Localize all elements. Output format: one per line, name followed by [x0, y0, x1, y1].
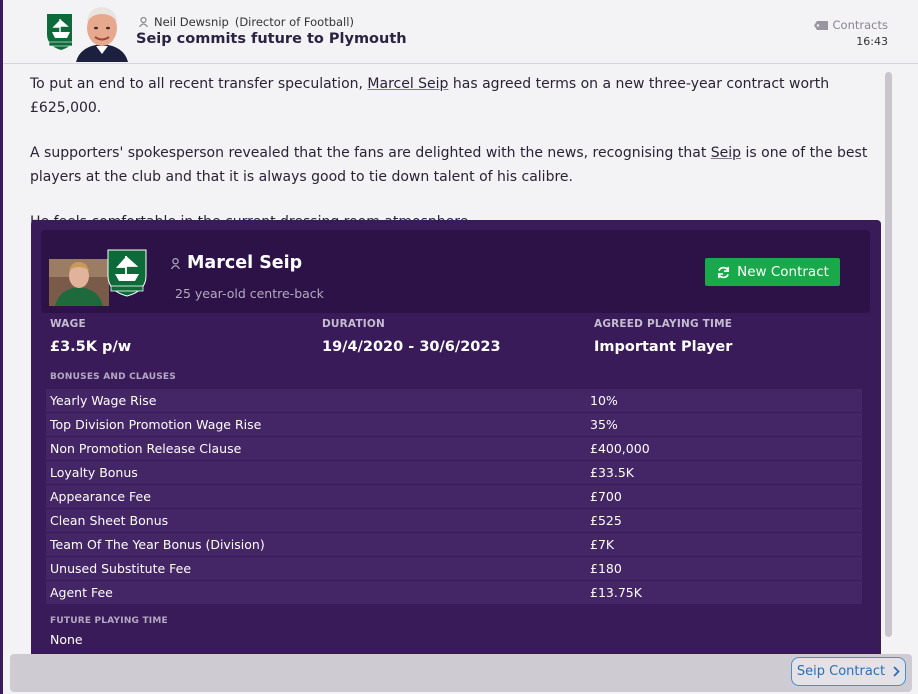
- bonus-name: Team Of The Year Bonus (Division): [50, 537, 265, 552]
- bonus-name: Unused Substitute Fee: [50, 561, 192, 576]
- scrollbar[interactable]: [885, 72, 892, 637]
- bonus-name: Agent Fee: [50, 585, 113, 600]
- article-paragraph-2: A supporters' spokesperson revealed that…: [30, 141, 875, 189]
- table-row: Appearance Fee £700: [46, 485, 862, 508]
- playing-time-stat: AGREED PLAYING TIME Important Player: [594, 318, 732, 355]
- action-bar: Seip Contract: [10, 654, 912, 692]
- player-link[interactable]: Seip: [711, 145, 741, 161]
- wage-label: WAGE: [50, 318, 86, 330]
- player-name-row: Marcel Seip: [171, 253, 302, 273]
- news-header: Neil Dewsnip (Director of Football) Seip…: [3, 0, 918, 64]
- bonuses-table: Yearly Wage Rise 10% Top Division Promoti…: [46, 389, 862, 605]
- article-paragraph-1: To put an end to all recent transfer spe…: [30, 72, 875, 120]
- playing-time-label: AGREED PLAYING TIME: [594, 318, 733, 330]
- director-avatar[interactable]: [72, 2, 132, 62]
- bonus-value: £400,000: [590, 441, 650, 456]
- person-icon: [171, 257, 180, 269]
- playing-time-value: Important Player: [594, 339, 733, 355]
- table-row: Yearly Wage Rise 10%: [46, 389, 862, 412]
- bonus-value: £13.75K: [590, 585, 642, 600]
- table-row: Top Division Promotion Wage Rise 35%: [46, 413, 862, 436]
- player-photo[interactable]: [49, 259, 109, 306]
- sender-name[interactable]: Neil Dewsnip: [154, 15, 229, 29]
- bonus-value: £7K: [590, 537, 615, 552]
- bonus-name: Clean Sheet Bonus: [50, 513, 169, 528]
- category-label: Contracts: [832, 18, 888, 32]
- bonus-value: 35%: [590, 417, 618, 432]
- duration-value: 19/4/2020 - 30/6/2023: [322, 339, 501, 355]
- wage-value: £3.5K p/w: [50, 339, 132, 355]
- bonus-name: Appearance Fee: [50, 489, 151, 504]
- text: A supporters' spokesperson revealed that…: [30, 145, 711, 161]
- bonus-name: Top Division Promotion Wage Rise: [50, 417, 262, 432]
- table-row: Loyalty Bonus £33.5K: [46, 461, 862, 484]
- news-category: Contracts: [813, 18, 888, 32]
- future-playing-time-label: FUTURE PLAYING TIME: [50, 616, 168, 626]
- bonus-value: £525: [590, 513, 622, 528]
- bonus-value: £180: [590, 561, 622, 576]
- player-name[interactable]: Marcel Seip: [187, 253, 302, 273]
- wage-stat: WAGE £3.5K p/w: [50, 318, 131, 355]
- contract-panel: Marcel Seip 25 year-old centre-back New …: [31, 220, 881, 660]
- bonus-value: £33.5K: [590, 465, 634, 480]
- bonus-value: 10%: [590, 393, 618, 408]
- new-contract-label: New Contract: [737, 264, 829, 280]
- new-contract-button[interactable]: New Contract: [705, 258, 840, 286]
- bonus-name: Non Promotion Release Clause: [50, 441, 242, 456]
- chevron-right-icon: [893, 666, 900, 677]
- table-row: Non Promotion Release Clause £400,000: [46, 437, 862, 460]
- bonus-name: Yearly Wage Rise: [50, 393, 157, 408]
- contracts-tag-icon: [813, 20, 828, 30]
- news-headline: Seip commits future to Plymouth: [136, 31, 407, 47]
- refresh-icon: [718, 266, 730, 278]
- news-time: 16:43: [856, 35, 888, 48]
- person-icon: [139, 17, 148, 27]
- bonus-value: £700: [590, 489, 622, 504]
- table-row: Clean Sheet Bonus £525: [46, 509, 862, 532]
- duration-label: DURATION: [322, 318, 386, 330]
- text: To put an end to all recent transfer spe…: [30, 76, 368, 92]
- bonuses-label: BONUSES AND CLAUSES: [50, 372, 176, 382]
- duration-stat: DURATION 19/4/2020 - 30/6/2023: [322, 318, 501, 355]
- seip-contract-button[interactable]: Seip Contract: [791, 657, 906, 686]
- plymouth-crest-icon: [107, 249, 147, 297]
- player-card: Marcel Seip 25 year-old centre-back New …: [41, 230, 870, 313]
- table-row: Team Of The Year Bonus (Division) £7K: [46, 533, 862, 556]
- sender-line: Neil Dewsnip (Director of Football): [139, 15, 354, 29]
- table-row: Agent Fee £13.75K: [46, 581, 862, 604]
- bonus-name: Loyalty Bonus: [50, 465, 138, 480]
- sender-role: (Director of Football): [234, 15, 354, 29]
- seip-contract-label: Seip Contract: [796, 664, 886, 679]
- player-description: 25 year-old centre-back: [175, 286, 324, 301]
- player-link[interactable]: Marcel Seip: [367, 76, 448, 92]
- future-playing-time-value: None: [50, 632, 83, 647]
- table-row: Unused Substitute Fee £180: [46, 557, 862, 580]
